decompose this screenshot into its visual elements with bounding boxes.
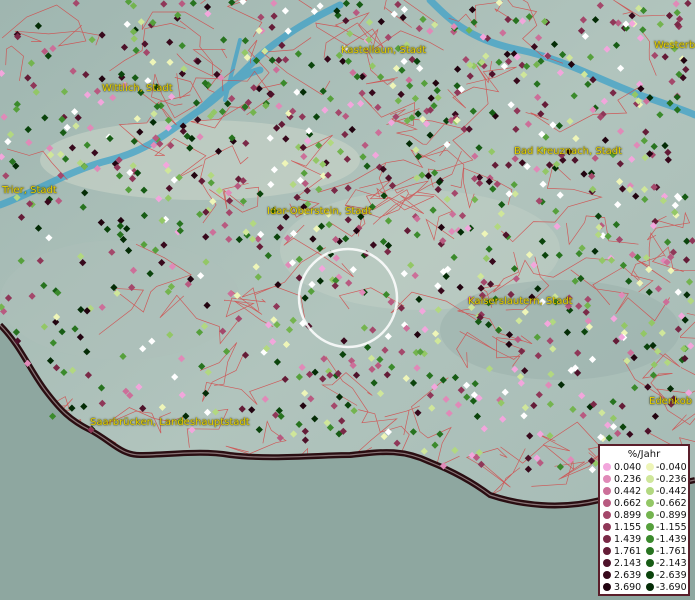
legend-panel: %/Jahr 0.040 -0.040 0.236 -0.236 0.442 -0.442… [598,444,690,596]
legend-label-negative: -0.442 [656,486,687,497]
city-label-trier: Trier, Stadt [2,185,57,196]
legend-swatch-negative [646,559,654,567]
legend-label-positive: 0.442 [614,486,642,497]
legend-row: 2.639 -2.639 [603,570,689,581]
legend-swatch-positive [603,511,611,519]
legend-label-negative: -3.690 [656,582,687,593]
legend-swatch-positive [603,571,611,579]
city-label-kastellaun: Kastellaun, Stadt [341,45,427,56]
legend-title: %/Jahr [627,449,661,460]
city-label-idar-oberstein: Idar-Oberstein, Stadt [267,206,372,217]
legend-swatch-positive [603,535,611,543]
city-label-wittlich: Wittlich, Stadt [102,83,173,94]
legend-row: 1.155 -1.155 [603,522,689,533]
legend-label-negative: -2.639 [656,570,687,581]
city-label-westerburg: Westerb [654,40,695,51]
legend-row: 0.040 -0.040 [603,462,689,473]
legend-swatch-positive [603,523,611,531]
legend-swatch-positive [603,487,611,495]
legend-row: 0.236 -0.236 [603,474,689,485]
legend-row: 2.143 -2.143 [603,558,689,569]
legend-label-positive: 3.690 [614,582,642,593]
legend-swatch-positive [603,559,611,567]
city-label-bad-kreuznach: Bad Kreuznach, Stadt [514,146,623,157]
legend-label-negative: -0.662 [656,498,687,509]
legend-row: 1.761 -1.761 [603,546,689,557]
legend-swatch-negative [646,475,654,483]
legend-label-negative: -0.040 [656,462,687,473]
legend-label-positive: 0.899 [614,510,642,521]
legend-swatch-negative [646,487,654,495]
legend-swatch-positive [603,499,611,507]
legend-swatch-negative [646,583,654,591]
legend-label-positive: 0.236 [614,474,642,485]
legend-label-positive: 2.143 [614,558,642,569]
legend-label-positive: 0.662 [614,498,642,509]
legend-label-negative: -1.439 [656,534,687,545]
legend-swatch-negative [646,499,654,507]
legend-row: 0.899 -0.899 [603,510,689,521]
city-label-saarbruecken: Saarbrücken, Landeshauptstadt [90,417,250,428]
legend-label-positive: 1.155 [614,522,642,533]
legend-label-positive: 1.439 [614,534,642,545]
legend-swatch-negative [646,511,654,519]
legend-label-positive: 1.761 [614,546,642,557]
legend-swatch-negative [646,571,654,579]
legend-row: 0.442 -0.442 [603,486,689,497]
legend-swatch-negative [646,547,654,555]
legend-label-positive: 0.040 [614,462,642,473]
legend-label-negative: -1.761 [656,546,687,557]
legend-row: 1.439 -1.439 [603,534,689,545]
legend-swatch-positive [603,475,611,483]
legend-swatch-negative [646,535,654,543]
legend-row: 3.690 -3.690 [603,582,689,593]
legend-swatch-positive [603,583,611,591]
legend-swatch-negative [646,463,654,471]
legend-swatch-positive [603,463,611,471]
legend-swatch-negative [646,523,654,531]
legend-label-negative: -1.155 [656,522,687,533]
city-label-kaiserslautern: Kaiserslautern, Stadt [468,296,573,307]
legend-label-negative: -0.899 [656,510,687,521]
legend-swatch-positive [603,547,611,555]
legend-label-positive: 2.639 [614,570,642,581]
legend-label-negative: -0.236 [656,474,687,485]
legend-row: 0.662 -0.662 [603,498,689,509]
city-label-edenkoben: Edenkob [649,396,693,407]
legend-label-negative: -2.143 [656,558,687,569]
